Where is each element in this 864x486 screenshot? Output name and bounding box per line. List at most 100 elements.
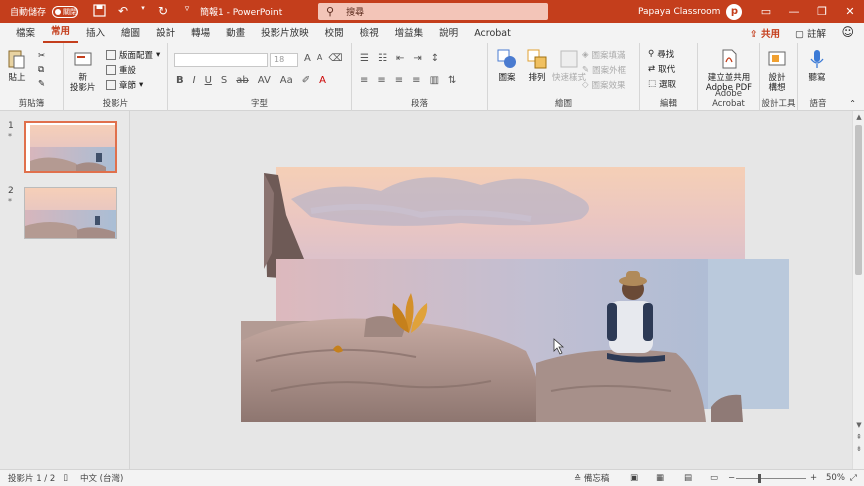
next-slide-icon[interactable]: ⇟: [853, 445, 864, 453]
font-name-box[interactable]: [174, 53, 268, 67]
zoom-slider[interactable]: [736, 474, 806, 483]
slide-thumbnail-2[interactable]: [24, 187, 117, 239]
tab-home[interactable]: 常用: [43, 23, 79, 43]
redo-icon[interactable]: ↻: [156, 4, 170, 20]
reading-view-icon[interactable]: ▤: [684, 473, 692, 483]
share-button[interactable]: ⇪ 共用: [750, 26, 780, 40]
decrease-font-icon[interactable]: A: [317, 53, 322, 64]
save-icon[interactable]: [92, 3, 106, 20]
zoom-in-icon[interactable]: +: [810, 473, 817, 483]
account[interactable]: Papaya Classroom p: [638, 3, 743, 20]
cut-button[interactable]: ✂: [38, 51, 45, 61]
strikethrough-icon[interactable]: ab: [236, 75, 248, 86]
arrange-button[interactable]: 排列: [526, 48, 548, 83]
minimize-icon[interactable]: —: [780, 0, 808, 23]
font-color-icon[interactable]: A: [319, 75, 326, 86]
align-center-icon[interactable]: ≡: [377, 75, 385, 86]
autosave-state: 關閉: [63, 7, 78, 16]
normal-view-icon[interactable]: ▣: [630, 473, 638, 483]
tab-design[interactable]: 設計: [148, 25, 183, 43]
collapse-ribbon-icon[interactable]: ⌃: [849, 99, 856, 108]
slide-canvas[interactable]: [131, 111, 852, 469]
tab-addins[interactable]: 增益集: [387, 25, 432, 43]
slideshow-view-icon[interactable]: ▭: [710, 473, 718, 483]
tab-view[interactable]: 檢視: [352, 25, 387, 43]
reset-button[interactable]: 重設: [106, 64, 136, 76]
tab-help[interactable]: 說明: [431, 25, 466, 43]
justify-icon[interactable]: ≡: [412, 75, 420, 86]
scroll-down-icon[interactable]: ▼: [853, 421, 864, 429]
autosave-toggle[interactable]: 關閉: [52, 5, 79, 18]
numbering-icon[interactable]: ☷: [378, 53, 387, 64]
tab-insert[interactable]: 插入: [78, 25, 113, 43]
shape-outline-button[interactable]: ✎ 圖案外框: [582, 64, 626, 76]
layout-button[interactable]: 版面配置 ▾: [106, 49, 160, 61]
columns-icon[interactable]: ▥: [430, 75, 439, 86]
align-left-icon[interactable]: ≡: [360, 75, 368, 86]
notes-button[interactable]: ≙ 備忘稿: [574, 472, 609, 484]
zoom-level[interactable]: 50%: [826, 473, 845, 483]
tab-animations[interactable]: 動畫: [218, 25, 253, 43]
create-pdf-button[interactable]: 建立並共用 Adobe PDF: [704, 48, 754, 93]
tab-file[interactable]: 檔案: [8, 25, 43, 43]
close-icon[interactable]: ✕: [836, 0, 864, 23]
shape-fill-button[interactable]: ◈ 圖案填滿: [582, 49, 626, 61]
undo-dropdown-icon[interactable]: ▾: [140, 4, 146, 20]
search-box[interactable]: ⚲ 搜尋: [318, 3, 548, 20]
tab-draw[interactable]: 繪圖: [113, 25, 148, 43]
zoom-out-icon[interactable]: −: [728, 473, 735, 483]
slide-image-collage[interactable]: [131, 111, 852, 469]
ribbon-display-icon[interactable]: ▭: [752, 0, 780, 23]
paste-button[interactable]: 貼上: [6, 48, 28, 83]
decrease-indent-icon[interactable]: ⇤: [396, 53, 404, 64]
shape-effects-button[interactable]: ◇ 圖案效果: [582, 79, 626, 91]
quick-styles-button[interactable]: 快速樣式: [552, 48, 586, 83]
replace-button[interactable]: ⇄ 取代: [648, 63, 675, 75]
fit-to-window-icon[interactable]: ⤢: [850, 473, 857, 483]
spacing-icon[interactable]: AV: [258, 75, 271, 86]
tab-review[interactable]: 校閱: [317, 25, 352, 43]
tab-slideshow[interactable]: 投影片放映: [253, 25, 317, 43]
accessibility-icon[interactable]: ▯: [63, 473, 68, 483]
increase-font-icon[interactable]: A: [304, 53, 311, 64]
new-slide-button[interactable]: 新 投影片: [70, 48, 96, 93]
text-direction-icon[interactable]: ⇅: [448, 75, 456, 86]
undo-icon[interactable]: ↶: [116, 4, 130, 20]
bold-icon[interactable]: B: [176, 75, 184, 86]
align-right-icon[interactable]: ≡: [395, 75, 403, 86]
select-button[interactable]: ⬚ 選取: [648, 78, 676, 90]
previous-slide-icon[interactable]: ⇞: [853, 433, 864, 441]
design-ideas-button[interactable]: 設計 構想: [766, 48, 788, 93]
reset-label: 重設: [119, 66, 137, 76]
customize-qat-icon[interactable]: ▿: [180, 4, 194, 20]
tab-acrobat[interactable]: Acrobat: [466, 28, 519, 43]
font-size-box[interactable]: 18: [270, 53, 298, 67]
case-icon[interactable]: Aa: [280, 75, 293, 86]
increase-indent-icon[interactable]: ⇥: [413, 53, 421, 64]
feedback-smiley-icon[interactable]: ☺: [841, 25, 854, 39]
slide-sorter-view-icon[interactable]: ▦: [656, 473, 664, 483]
tab-transitions[interactable]: 轉場: [183, 25, 218, 43]
line-spacing-icon[interactable]: ↕: [431, 53, 439, 64]
comments-button[interactable]: ▢ 註解: [795, 26, 826, 40]
autosave[interactable]: 自動儲存 關閉: [10, 5, 79, 18]
italic-icon[interactable]: I: [193, 75, 196, 86]
find-button[interactable]: ⚲ 尋找: [648, 48, 674, 60]
section-button[interactable]: 章節 ▾: [106, 79, 143, 91]
underline-icon[interactable]: U: [205, 75, 212, 86]
highlight-icon[interactable]: ✐: [302, 75, 310, 86]
clear-format-icon[interactable]: ⌫: [328, 53, 342, 64]
avatar[interactable]: p: [726, 3, 743, 20]
language-indicator[interactable]: 中文 (台灣): [80, 472, 123, 484]
shapes-button[interactable]: 圖案: [496, 48, 518, 83]
format-painter-button[interactable]: ✎: [38, 79, 45, 89]
vertical-scrollbar[interactable]: ▲ ▼ ⇞ ⇟: [852, 111, 864, 469]
dictate-button[interactable]: 聽寫: [806, 48, 828, 83]
restore-icon[interactable]: ❐: [808, 0, 836, 23]
scroll-up-icon[interactable]: ▲: [853, 113, 864, 121]
shadow-icon[interactable]: S: [221, 75, 227, 86]
scrollbar-thumb[interactable]: [855, 125, 862, 275]
slide-thumbnail-1[interactable]: [24, 121, 117, 173]
copy-button[interactable]: ⧉: [38, 65, 44, 75]
bullets-icon[interactable]: ☰: [360, 53, 369, 64]
